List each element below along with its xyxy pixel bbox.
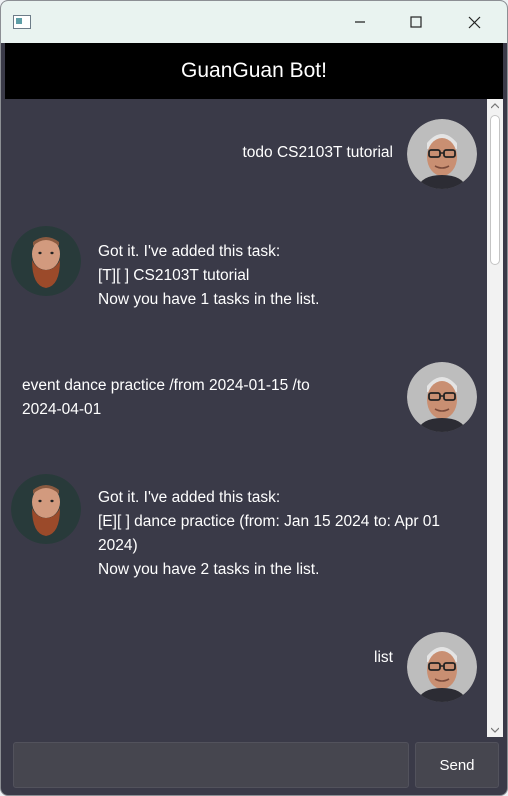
user-avatar-image — [407, 362, 477, 432]
user-avatar — [407, 119, 477, 189]
app-header: GuanGuan Bot! — [5, 43, 503, 99]
bot-message-text: Got it. I've added this task: [T][ ] CS2… — [98, 243, 320, 308]
user-avatar — [407, 632, 477, 702]
maximize-button[interactable] — [387, 1, 445, 43]
bot-avatar-image — [11, 474, 81, 544]
bot-message: Got it. I've added this task: [E][ ] dan… — [5, 474, 487, 594]
chevron-down-icon — [491, 727, 499, 733]
maximize-icon — [410, 16, 422, 28]
bot-message-text: Got it. I've added this task: [E][ ] dan… — [98, 489, 441, 578]
send-button-label: Send — [439, 756, 475, 774]
user-message-text: todo CS2103T tutorial — [242, 144, 393, 161]
minimize-icon — [355, 21, 365, 23]
chevron-up-icon — [491, 103, 499, 109]
app-window: GuanGuan Bot! todo CS2103T tutorial Got … — [0, 0, 508, 796]
close-icon — [468, 16, 480, 28]
bot-avatar — [11, 474, 81, 544]
send-button[interactable]: Send — [415, 742, 499, 788]
window-app-icon — [13, 15, 31, 29]
message-input[interactable] — [13, 742, 409, 788]
app-title: GuanGuan Bot! — [181, 59, 327, 82]
chat-scrollbar[interactable] — [487, 99, 503, 737]
user-message-text: list — [374, 649, 393, 666]
minimize-button[interactable] — [331, 1, 389, 43]
user-message: event dance practice /from 2024-01-15 /t… — [5, 362, 487, 432]
input-row: Send — [5, 737, 503, 793]
scroll-thumb[interactable] — [490, 115, 500, 265]
bot-avatar-image — [11, 226, 81, 296]
bot-message: Got it. I've added this task: [T][ ] CS2… — [5, 226, 487, 322]
scroll-down-button[interactable] — [487, 723, 503, 737]
title-bar[interactable] — [1, 1, 507, 43]
user-avatar-image — [407, 119, 477, 189]
chat-area[interactable]: todo CS2103T tutorial Got it. I've added… — [5, 99, 487, 737]
scroll-up-button[interactable] — [487, 99, 503, 113]
bot-avatar — [11, 226, 81, 296]
user-message: todo CS2103T tutorial — [5, 119, 487, 189]
user-message: list — [5, 632, 487, 702]
close-button[interactable] — [445, 1, 503, 43]
user-avatar — [407, 362, 477, 432]
user-avatar-image — [407, 632, 477, 702]
user-message-text: event dance practice /from 2024-01-15 /t… — [22, 377, 310, 418]
